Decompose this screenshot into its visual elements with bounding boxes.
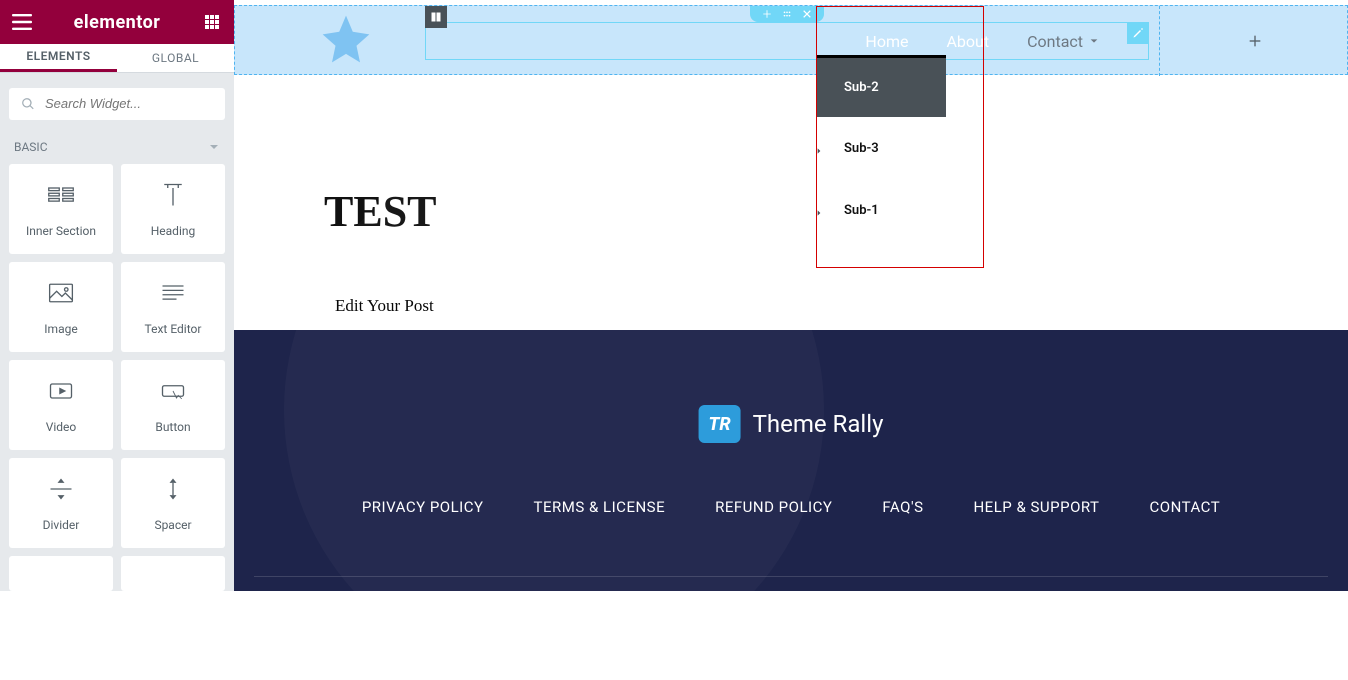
site-footer: TR Theme Rally PRIVACY POLICY TERMS & LI… [234,330,1348,591]
category-basic[interactable]: BASIC [0,130,234,164]
chevron-down-icon [208,141,220,153]
pencil-icon [1132,27,1144,39]
widget-spacer[interactable]: Spacer [121,458,225,548]
widget-partial-2[interactable] [121,556,225,591]
widget-label: Divider [43,518,80,532]
widget-text-editor[interactable]: Text Editor [121,262,225,352]
submenu-item-sub1[interactable]: Sub-1 [816,179,946,241]
nav-home[interactable]: Home [865,32,908,51]
widget-video[interactable]: Video [9,360,113,450]
submenu-item-sub3[interactable]: Sub-3 [816,117,946,179]
footer-divider [254,576,1328,577]
panel-tabs: ELEMENTS GLOBAL [0,44,234,73]
footer-logo-text: Theme Rally [753,410,884,438]
apps-grid-icon[interactable] [190,0,234,44]
plus-icon [1247,33,1263,49]
star-icon [318,11,374,67]
chevron-right-icon [815,147,823,155]
search-icon [21,97,35,111]
widget-label: Video [46,420,77,434]
brand-logo: elementor [44,12,190,33]
widget-label: Spacer [154,518,191,532]
caret-down-icon [1089,36,1099,46]
footer-link-refund[interactable]: REFUND POLICY [715,498,832,516]
widget-button[interactable]: Button [121,360,225,450]
widget-label: Image [44,322,77,336]
submenu-item-sub2[interactable]: Sub-2 [816,55,946,117]
widget-image[interactable]: Image [9,262,113,352]
close-icon[interactable] [802,9,812,19]
drag-handle-icon[interactable] [782,9,792,19]
nav-contact-label: Contact [1027,32,1083,51]
section-header[interactable]: Home About Contact [234,5,1348,75]
column-handle[interactable] [425,6,447,28]
widget-inner-section[interactable]: Inner Section [9,164,113,254]
submenu-label: Sub-2 [844,80,879,95]
nav-contact[interactable]: Contact [1027,32,1099,51]
chevron-right-icon [815,209,823,217]
footer-logo: TR Theme Rally [699,405,884,443]
panel-header: elementor [0,0,234,44]
columns-icon [430,11,442,23]
heading-icon [159,181,187,209]
plus-icon[interactable] [762,9,772,19]
chevron-right-icon [815,87,823,95]
widget-heading[interactable]: Heading [121,164,225,254]
submenu-label: Sub-1 [844,203,879,218]
nav-about[interactable]: About [946,32,989,51]
widget-label: Text Editor [145,322,202,336]
logo-star[interactable] [286,4,406,74]
inner-section-icon [47,181,75,209]
divider-icon [47,475,75,503]
elementor-panel: elementor ELEMENTS GLOBAL BASIC Inner Se… [0,0,234,591]
search-row [0,73,234,130]
footer-link-faq[interactable]: FAQ'S [882,498,923,516]
image-icon [47,279,75,307]
footer-link-terms[interactable]: TERMS & LICENSE [534,498,666,516]
search-input[interactable] [9,88,225,120]
edit-widget-button[interactable] [1127,22,1149,44]
spacer-icon [159,475,187,503]
submenu-label: Sub-3 [844,141,879,156]
section-controls [750,6,824,22]
video-icon [47,377,75,405]
footer-link-contact[interactable]: CONTACT [1150,498,1221,516]
widget-label: Inner Section [26,224,96,238]
widget-label: Button [155,420,190,434]
widget-label: Heading [151,224,196,238]
footer-logo-badge: TR [699,405,741,443]
tab-elements[interactable]: ELEMENTS [0,44,117,72]
footer-nav: PRIVACY POLICY TERMS & LICENSE REFUND PO… [234,498,1348,516]
text-editor-icon [159,279,187,307]
add-column-button[interactable] [1159,6,1348,76]
inner-section[interactable]: Home About Contact [415,6,1159,76]
widget-partial-1[interactable] [9,556,113,591]
button-icon [159,377,187,405]
contact-submenu: Sub-2 Sub-3 Sub-1 [816,55,946,241]
widget-divider[interactable]: Divider [9,458,113,548]
widgets-grid: Inner Section Heading Image Text Editor … [0,164,234,591]
hamburger-menu-icon[interactable] [0,0,44,44]
footer-link-help[interactable]: HELP & SUPPORT [973,498,1099,516]
tab-global[interactable]: GLOBAL [117,44,234,72]
editor-canvas: Home About Contact Sub-2 Sub-3 Sub-1 [234,0,1348,591]
category-label: BASIC [14,140,48,154]
footer-link-privacy[interactable]: PRIVACY POLICY [362,498,484,516]
